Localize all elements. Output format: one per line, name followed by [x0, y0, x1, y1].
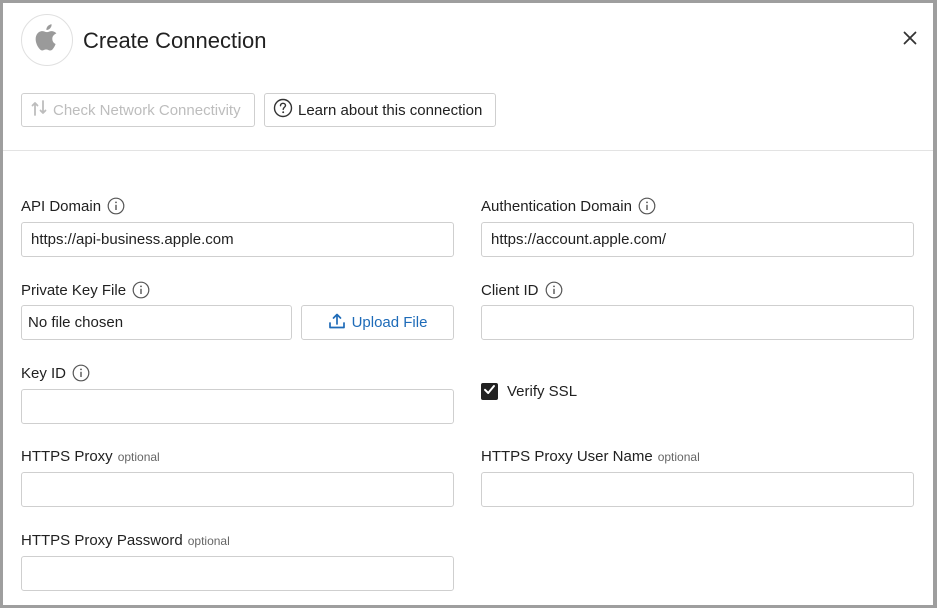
create-connection-dialog: Create Connection Check Network Connecti… — [3, 3, 933, 605]
private-key-file-field[interactable]: No file chosen — [21, 305, 292, 340]
https-proxy-user-label-text: HTTPS Proxy User Name — [481, 448, 653, 465]
info-icon[interactable] — [545, 281, 563, 299]
learn-label: Learn about this connection — [298, 101, 483, 119]
api-domain-input[interactable]: https://api-business.apple.com — [21, 222, 454, 257]
upload-icon — [328, 312, 352, 334]
apple-logo-icon — [34, 23, 60, 58]
learn-about-connection-button[interactable]: Learn about this connection — [264, 93, 496, 127]
optional-tag: optional — [657, 449, 700, 464]
info-icon[interactable] — [107, 197, 125, 215]
client-id-input[interactable] — [481, 305, 914, 340]
https-proxy-password-label-text: HTTPS Proxy Password — [21, 532, 183, 549]
https-proxy-label-text: HTTPS Proxy — [21, 448, 113, 465]
optional-tag: optional — [187, 533, 230, 548]
question-circle-icon — [273, 98, 298, 122]
checkmark-icon — [483, 383, 496, 401]
https-proxy-password-label: HTTPS Proxy Password optional — [21, 532, 230, 549]
info-icon[interactable] — [72, 364, 90, 382]
info-icon[interactable] — [132, 281, 150, 299]
upload-file-button[interactable]: Upload File — [301, 305, 454, 340]
private-key-file-label-text: Private Key File — [21, 281, 127, 299]
check-network-label: Check Network Connectivity — [53, 101, 241, 119]
upload-file-label: Upload File — [351, 314, 428, 331]
verify-ssl-checkbox[interactable] — [481, 383, 498, 400]
network-check-icon — [30, 99, 53, 121]
close-icon — [903, 31, 917, 50]
https-proxy-user-input[interactable] — [481, 472, 914, 507]
verify-ssl-label[interactable]: Verify SSL — [507, 383, 577, 400]
key-id-label: Key ID — [21, 364, 90, 382]
optional-tag: optional — [117, 449, 160, 464]
check-network-connectivity-button[interactable]: Check Network Connectivity — [21, 93, 255, 127]
dialog-title: Create Connection — [83, 28, 267, 53]
info-icon[interactable] — [638, 197, 656, 215]
connection-logo — [21, 14, 73, 66]
key-id-label-text: Key ID — [21, 364, 67, 382]
client-id-label-text: Client ID — [481, 281, 539, 299]
auth-domain-label: Authentication Domain — [481, 197, 656, 215]
auth-domain-input[interactable]: https://account.apple.com/ — [481, 222, 914, 257]
client-id-label: Client ID — [481, 281, 563, 299]
dialog-header: Create Connection Check Network Connecti… — [3, 3, 933, 151]
api-domain-label-text: API Domain — [21, 197, 102, 215]
private-key-file-label: Private Key File — [21, 281, 150, 299]
https-proxy-password-input[interactable] — [21, 556, 454, 591]
https-proxy-user-label: HTTPS Proxy User Name optional — [481, 448, 700, 465]
https-proxy-input[interactable] — [21, 472, 454, 507]
https-proxy-label: HTTPS Proxy optional — [21, 448, 160, 465]
key-id-input[interactable] — [21, 389, 454, 424]
auth-domain-label-text: Authentication Domain — [481, 197, 632, 215]
close-button[interactable] — [899, 29, 921, 51]
api-domain-label: API Domain — [21, 197, 125, 215]
